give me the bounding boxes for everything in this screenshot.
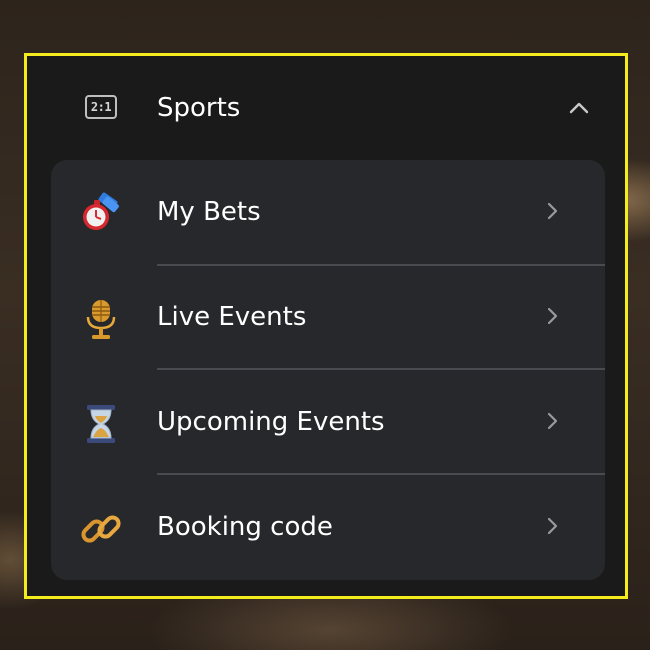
menu-item-my-bets[interactable]: My Bets xyxy=(51,160,605,265)
chevron-right-icon xyxy=(547,412,558,430)
scoreboard-icon: 2:1 xyxy=(85,95,117,119)
sports-menu-panel: 2:1 Sports My Bets Live Events Upcoming … xyxy=(24,53,628,599)
chain-link-icon xyxy=(81,515,121,543)
chevron-up-icon[interactable] xyxy=(567,96,591,120)
microphone-icon xyxy=(86,300,116,339)
chevron-right-icon xyxy=(547,517,558,535)
chevron-right-icon xyxy=(547,202,558,220)
stopwatch-ticket-icon xyxy=(83,192,119,230)
menu-item-live-events[interactable]: Live Events xyxy=(51,265,605,370)
sports-submenu: My Bets Live Events Upcoming Events Book… xyxy=(51,160,605,580)
menu-item-label: Booking code xyxy=(157,512,333,542)
hourglass-icon xyxy=(87,405,115,443)
section-title: Sports xyxy=(157,93,241,123)
menu-item-label: Upcoming Events xyxy=(157,407,385,437)
chevron-right-icon xyxy=(547,307,558,325)
menu-item-booking-code[interactable]: Booking code xyxy=(51,475,605,580)
menu-item-label: My Bets xyxy=(157,197,261,227)
sports-section-header[interactable]: 2:1 Sports xyxy=(27,56,625,160)
menu-item-upcoming-events[interactable]: Upcoming Events xyxy=(51,370,605,475)
menu-item-label: Live Events xyxy=(157,302,307,332)
